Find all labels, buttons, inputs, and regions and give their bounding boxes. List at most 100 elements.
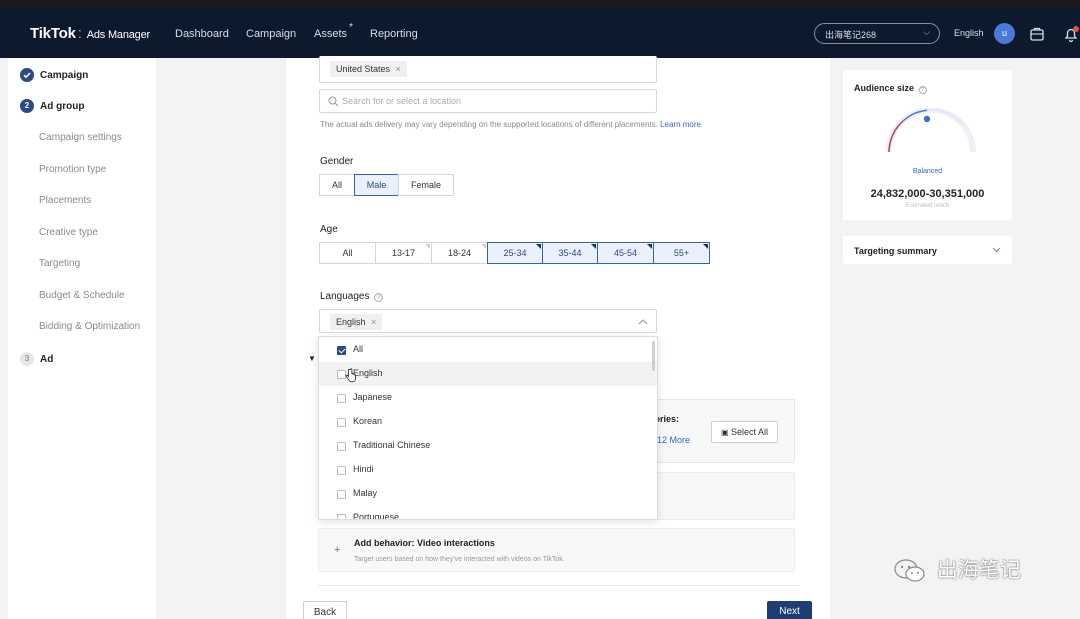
option-label: Traditional Chinese xyxy=(353,440,431,450)
caret-down-icon[interactable]: ▼ xyxy=(308,354,316,363)
language-switch[interactable]: English xyxy=(954,28,984,38)
select-all-button[interactable]: ▣ Select All xyxy=(711,421,778,443)
audience-gauge xyxy=(886,108,976,153)
languages-dropdown[interactable]: All English Japanese Korean Traditional … xyxy=(318,336,658,520)
age-35-44[interactable]: 35-44 xyxy=(542,242,598,264)
wechat-icon xyxy=(894,559,925,583)
plus-icon: + xyxy=(334,544,341,556)
audience-title-text: Audience size xyxy=(854,83,915,93)
substep-creative-type[interactable]: Creative type xyxy=(39,227,98,238)
substep-targeting[interactable]: Targeting xyxy=(39,258,80,269)
brand-subtitle: Ads Manager xyxy=(86,29,150,41)
checkbox[interactable] xyxy=(337,466,346,475)
notification-bell-icon[interactable] xyxy=(1060,23,1080,45)
account-selector[interactable]: 出海笔记268 ⌵ xyxy=(814,23,940,44)
age-55-plus[interactable]: 55+ xyxy=(653,242,710,264)
age-13-17[interactable]: 13-17 xyxy=(375,242,432,264)
language-option-malay[interactable]: Malay xyxy=(319,482,657,506)
location-search-input[interactable]: Search for or select a location xyxy=(319,89,657,113)
checkbox[interactable] xyxy=(337,490,346,499)
substep-campaign-settings[interactable]: Campaign settings xyxy=(39,132,122,143)
substep-placements[interactable]: Placements xyxy=(39,195,91,206)
behavior-description: Target users based on how they've intera… xyxy=(354,556,565,563)
languages-label: Languages ? xyxy=(320,291,384,302)
close-icon[interactable]: × xyxy=(396,64,401,74)
step-number: 3 xyxy=(20,352,34,366)
step-number: 2 xyxy=(20,99,34,113)
location-selected-box[interactable]: United States × xyxy=(319,56,657,83)
age-label: Age xyxy=(320,224,338,235)
gender-all[interactable]: All xyxy=(319,174,355,196)
watermark-text: 出海笔记 xyxy=(936,558,1021,582)
language-option-korean[interactable]: Korean xyxy=(319,410,657,434)
languages-select[interactable]: English × xyxy=(319,309,657,333)
learn-more-link[interactable]: Learn more xyxy=(660,120,701,129)
checkbox-checked[interactable] xyxy=(337,346,346,355)
substep-promotion-type[interactable]: Promotion type xyxy=(39,164,106,175)
gender-female[interactable]: Female xyxy=(398,174,454,196)
nav-assets[interactable]: Assets xyxy=(314,22,353,40)
nav-campaign[interactable]: Campaign xyxy=(246,28,296,40)
checkbox[interactable] xyxy=(337,442,346,451)
language-tag-label: English xyxy=(336,317,366,327)
option-label: Portuguese xyxy=(353,512,400,520)
age-18-24[interactable]: 18-24 xyxy=(431,242,488,264)
chevron-up-icon xyxy=(638,319,648,325)
behavior-title: Add behavior: Video interactions xyxy=(354,538,495,548)
watermark: 出海笔记 xyxy=(893,554,1021,584)
location-hint-text: The actual ads delivery may vary dependi… xyxy=(320,120,658,129)
account-name: 出海笔记268 xyxy=(825,30,877,40)
language-option-portuguese[interactable]: Portuguese xyxy=(319,506,657,520)
avatar[interactable]: u xyxy=(994,23,1015,44)
search-icon xyxy=(328,96,339,107)
substep-budget-schedule[interactable]: Budget & Schedule xyxy=(39,290,125,301)
briefcase-icon[interactable] xyxy=(1026,23,1048,45)
language-option-traditional-chinese[interactable]: Traditional Chinese xyxy=(319,434,657,458)
age-all-label: All xyxy=(342,248,353,258)
chevron-down-icon: ⌵ xyxy=(923,27,930,37)
age-all[interactable]: All xyxy=(319,242,376,264)
back-button[interactable]: Back xyxy=(303,601,347,619)
next-button[interactable]: Next xyxy=(767,601,812,619)
dropdown-scrollbar[interactable] xyxy=(652,341,655,371)
checkbox[interactable] xyxy=(337,418,346,427)
nav-dashboard[interactable]: Dashboard xyxy=(175,28,229,40)
checkbox[interactable] xyxy=(337,394,346,403)
age-45-54[interactable]: 45-54 xyxy=(597,242,654,264)
tiktok-ads-logo[interactable]: TikTok: Ads Manager xyxy=(30,25,150,42)
option-label: All xyxy=(353,344,364,354)
location-tag-label: United States xyxy=(336,64,391,74)
more-categories-link[interactable]: 12 More xyxy=(657,435,690,445)
add-behavior-video-interactions[interactable]: + Add behavior: Video interactions Targe… xyxy=(318,528,795,572)
brand-name: TikTok xyxy=(30,25,76,42)
gender-male[interactable]: Male xyxy=(354,174,399,196)
step-label: Campaign xyxy=(40,70,89,81)
audience-range: 24,832,000-30,351,000 xyxy=(870,188,985,200)
language-option-hindi[interactable]: Hindi xyxy=(319,458,657,482)
age-25-34[interactable]: 25-34 xyxy=(487,242,543,264)
top-navbar: TikTok: Ads Manager Dashboard Campaign As… xyxy=(0,0,1080,58)
option-label: Hindi xyxy=(353,464,374,474)
age-label-text: 55+ xyxy=(673,248,690,258)
check-circle-icon xyxy=(20,68,34,82)
info-icon[interactable]: ? xyxy=(918,86,927,94)
close-icon[interactable]: × xyxy=(371,317,376,327)
search-placeholder: Search for or select a location xyxy=(342,96,462,106)
language-tag: English × xyxy=(330,314,383,330)
language-option-english[interactable]: English xyxy=(319,362,657,386)
language-option-japanese[interactable]: Japanese xyxy=(319,386,657,410)
targeting-summary-label: Targeting summary xyxy=(854,246,937,256)
select-all-icon: ▣ xyxy=(720,428,729,437)
step-label: Ad xyxy=(40,354,54,365)
targeting-summary-toggle[interactable]: Targeting summary xyxy=(843,236,1012,264)
audience-status: Balanced xyxy=(912,168,943,175)
option-label: Malay xyxy=(353,488,378,498)
nav-reporting[interactable]: Reporting xyxy=(370,28,418,40)
location-tag: United States × xyxy=(330,61,407,77)
location-hint: The actual ads delivery may vary dependi… xyxy=(320,120,701,129)
checkbox[interactable] xyxy=(337,514,346,519)
language-option-all[interactable]: All xyxy=(319,338,657,362)
age-label-text: 35-44 xyxy=(558,248,582,258)
info-icon[interactable]: ? xyxy=(374,293,384,302)
substep-bidding-optimization[interactable]: Bidding & Optimization xyxy=(39,321,140,332)
